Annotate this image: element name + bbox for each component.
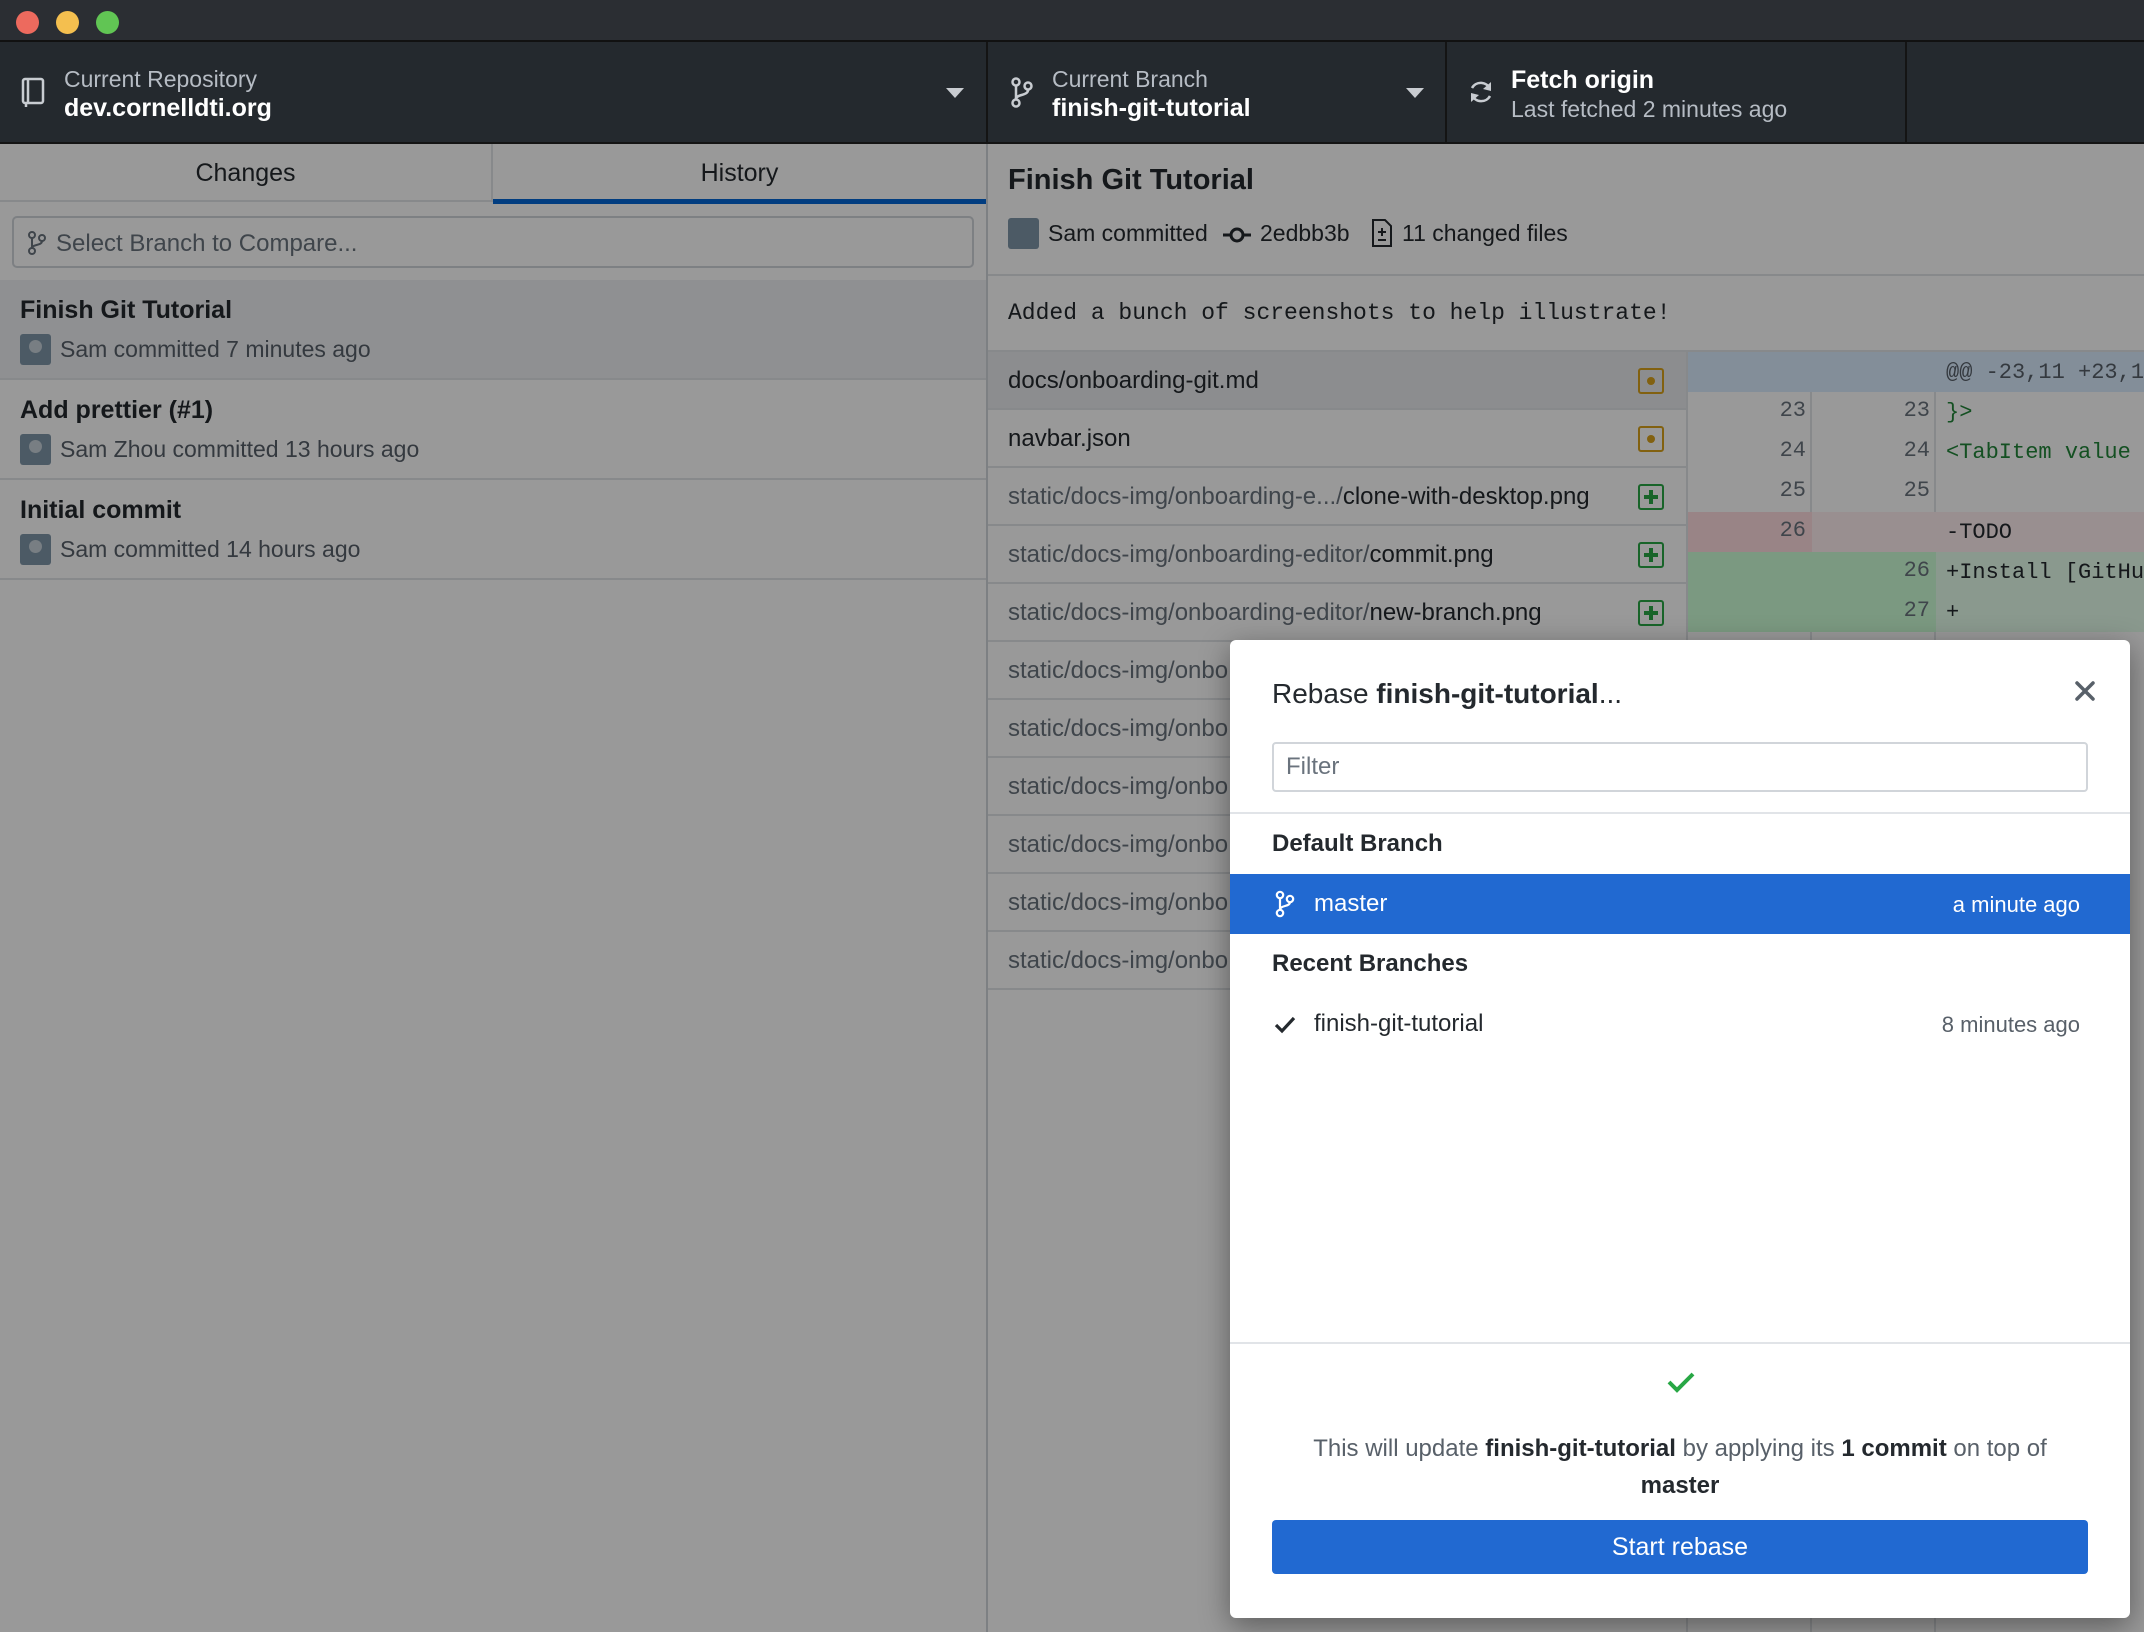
message-branch: finish-git-tutorial	[1485, 1435, 1676, 1462]
start-rebase-button[interactable]: Start rebase	[1272, 1520, 2088, 1574]
window-title-bar	[0, 0, 2144, 42]
sync-icon	[1470, 81, 1492, 103]
branch-time: a minute ago	[1952, 892, 2080, 917]
current-repository-button[interactable]: Current Repository dev.cornelldti.org	[0, 42, 988, 142]
chevron-down-icon	[1406, 88, 1424, 98]
current-branch-button[interactable]: Current Branch finish-git-tutorial	[988, 42, 1447, 142]
repo-icon	[21, 77, 45, 107]
window-close-button[interactable]	[16, 11, 39, 34]
fetch-origin-button[interactable]: Fetch origin Last fetched 2 minutes ago	[1447, 42, 1907, 142]
divider	[1230, 1342, 2130, 1344]
message-part: This will update	[1313, 1435, 1486, 1462]
dialog-title-suffix: ...	[1598, 678, 1623, 709]
fetch-title: Fetch origin	[1511, 66, 1655, 94]
dialog-title: Rebase finish-git-tutorial...	[1272, 678, 1622, 710]
repository-label: Current Repository	[64, 66, 258, 92]
branch-time: 8 minutes ago	[1941, 1012, 2080, 1037]
message-part: by applying its	[1675, 1435, 1842, 1462]
branch-name: master	[1314, 890, 1388, 917]
rebase-summary: This will update finish-git-tutorial by …	[1270, 1430, 2090, 1504]
rebase-dialog: Rebase finish-git-tutorial... Default Br…	[1230, 640, 2130, 1618]
message-commit-count: 1 commit	[1841, 1435, 1947, 1462]
dialog-title-branch: finish-git-tutorial	[1376, 678, 1599, 709]
check-icon	[1274, 1016, 1296, 1034]
message-base-branch: master	[1640, 1472, 1720, 1499]
branch-filter-input[interactable]	[1272, 742, 2088, 792]
window-zoom-button[interactable]	[96, 11, 119, 34]
branch-item-finish-git-tutorial[interactable]: finish-git-tutorial 8 minutes ago	[1230, 994, 2130, 1054]
branch-name: finish-git-tutorial	[1052, 94, 1251, 122]
branch-icon	[1275, 890, 1295, 918]
default-branch-heading: Default Branch	[1272, 830, 1443, 857]
dialog-title-prefix: Rebase	[1272, 678, 1377, 709]
repository-name: dev.cornelldti.org	[64, 94, 272, 122]
window-minimize-button[interactable]	[56, 11, 79, 34]
branch-item-master[interactable]: master a minute ago	[1230, 874, 2130, 934]
chevron-down-icon	[946, 88, 964, 98]
recent-branches-heading: Recent Branches	[1272, 950, 1469, 977]
fetch-status: Last fetched 2 minutes ago	[1511, 96, 1788, 122]
branch-name: finish-git-tutorial	[1314, 1010, 1484, 1037]
divider	[1230, 812, 2130, 814]
branch-label: Current Branch	[1052, 66, 1208, 92]
branch-icon	[1011, 77, 1033, 108]
close-icon[interactable]	[2070, 676, 2100, 706]
check-icon	[1667, 1372, 1695, 1393]
app-toolbar: Current Repository dev.cornelldti.org Cu…	[0, 42, 2144, 144]
message-part: on top of	[1946, 1435, 2047, 1462]
